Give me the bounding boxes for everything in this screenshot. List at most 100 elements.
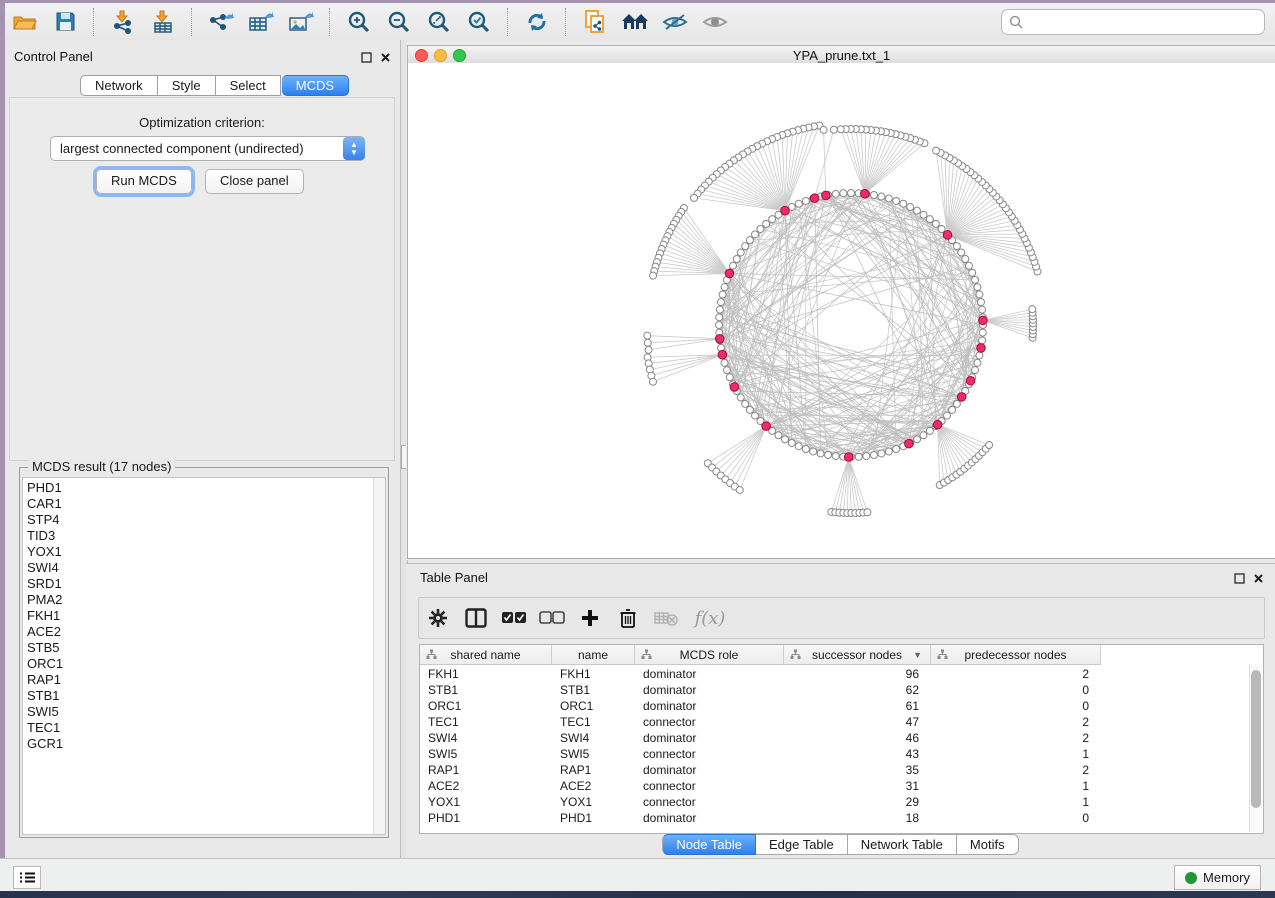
network-node[interactable]	[972, 276, 979, 283]
network-node[interactable]	[938, 225, 945, 232]
network-node[interactable]	[977, 299, 984, 306]
table-row-SWI4[interactable]: SWI4SWI4dominator462	[420, 730, 1263, 746]
mcds-result-item[interactable]: FKH1	[23, 608, 385, 624]
network-node-mcds[interactable]	[933, 420, 942, 429]
network-node[interactable]	[920, 211, 927, 218]
import-network-button[interactable]	[106, 7, 140, 37]
network-node[interactable]	[742, 400, 749, 407]
network-node[interactable]	[788, 439, 795, 446]
tab-edge-table[interactable]: Edge Table	[756, 834, 848, 855]
network-node[interactable]	[965, 262, 972, 269]
mcds-result-item[interactable]: SRD1	[23, 576, 385, 592]
network-node[interactable]	[893, 197, 900, 204]
network-node[interactable]	[650, 272, 657, 279]
delete-column-button[interactable]	[609, 601, 647, 635]
network-node[interactable]	[737, 249, 744, 256]
network-node-mcds[interactable]	[730, 383, 739, 392]
tab-motifs[interactable]: Motifs	[957, 834, 1019, 855]
column-header-name[interactable]: name	[552, 645, 635, 665]
memory-button[interactable]: Memory	[1174, 865, 1261, 890]
deselect-all-rows-button[interactable]	[533, 601, 571, 635]
network-node[interactable]	[979, 306, 986, 313]
mcds-result-item[interactable]: PHD1	[23, 480, 385, 496]
network-node[interactable]	[893, 446, 900, 453]
network-node[interactable]	[795, 443, 802, 450]
network-node[interactable]	[914, 207, 921, 214]
float-panel-button[interactable]	[361, 50, 372, 68]
table-row-RAP1[interactable]: RAP1RAP1dominator352	[420, 762, 1263, 778]
save-session-button[interactable]	[48, 7, 82, 37]
export-image-button[interactable]	[284, 7, 318, 37]
open-file-button[interactable]	[8, 7, 42, 37]
network-node[interactable]	[716, 314, 723, 321]
network-node[interactable]	[926, 427, 933, 434]
network-node-mcds[interactable]	[977, 344, 986, 353]
duplicate-network-button[interactable]	[578, 7, 612, 37]
network-node[interactable]	[832, 453, 839, 460]
network-node[interactable]	[644, 339, 651, 346]
network-node[interactable]	[802, 197, 809, 204]
network-node[interactable]	[840, 190, 847, 197]
hide-selected-button[interactable]	[658, 7, 692, 37]
network-node[interactable]	[775, 432, 782, 439]
mcds-result-item[interactable]: RAP1	[23, 672, 385, 688]
mcds-result-item[interactable]: STP4	[23, 512, 385, 528]
network-node[interactable]	[644, 332, 651, 339]
network-node[interactable]	[837, 126, 844, 133]
network-node[interactable]	[742, 243, 749, 250]
network-node[interactable]	[691, 194, 698, 201]
mcds-result-item[interactable]: CAR1	[23, 496, 385, 512]
network-node[interactable]	[782, 436, 789, 443]
mcds-result-item[interactable]: YOX1	[23, 544, 385, 560]
network-node[interactable]	[885, 195, 892, 202]
network-node[interactable]	[914, 436, 921, 443]
run-mcds-button[interactable]: Run MCDS	[96, 169, 192, 194]
network-node[interactable]	[820, 126, 827, 133]
mcds-result-item[interactable]: STB1	[23, 688, 385, 704]
network-node-mcds[interactable]	[762, 422, 771, 431]
select-all-rows-button[interactable]	[495, 601, 533, 635]
network-node[interactable]	[810, 448, 817, 455]
network-node[interactable]	[932, 220, 939, 227]
network-node[interactable]	[972, 367, 979, 374]
network-node[interactable]	[885, 448, 892, 455]
delete-table-button[interactable]	[647, 601, 685, 635]
node-table[interactable]: shared namenameMCDS rolesuccessor nodes▼…	[419, 644, 1264, 834]
table-row-SWI5[interactable]: SWI5SWI5connector431	[420, 746, 1263, 762]
network-node[interactable]	[870, 192, 877, 199]
network-node-mcds[interactable]	[810, 194, 819, 203]
table-row-YOX1[interactable]: YOX1YOX1connector291	[420, 794, 1263, 810]
mcds-result-list[interactable]: PHD1CAR1STP4TID3YOX1SWI4SRD1PMA2FKH1ACE2…	[22, 477, 386, 835]
table-row-STB1[interactable]: STB1STB1dominator620	[420, 682, 1263, 698]
network-node-mcds[interactable]	[966, 376, 975, 385]
network-node[interactable]	[718, 299, 725, 306]
task-history-button[interactable]	[13, 866, 41, 889]
network-node[interactable]	[723, 367, 730, 374]
network-node[interactable]	[737, 394, 744, 401]
network-node-mcds[interactable]	[718, 350, 727, 359]
tab-select[interactable]: Select	[216, 75, 281, 96]
zoom-selected-button[interactable]	[462, 7, 496, 37]
network-node[interactable]	[817, 450, 824, 457]
network-node-mcds[interactable]	[822, 191, 831, 200]
table-row-PHD1[interactable]: PHD1PHD1dominator180	[420, 810, 1263, 826]
network-node[interactable]	[979, 337, 986, 344]
network-node[interactable]	[944, 412, 951, 419]
network-node[interactable]	[721, 284, 728, 291]
network-node[interactable]	[848, 190, 855, 197]
network-node[interactable]	[926, 216, 933, 223]
network-node-mcds[interactable]	[957, 393, 966, 402]
network-node-mcds[interactable]	[725, 269, 734, 278]
tab-style[interactable]: Style	[158, 75, 216, 96]
network-node[interactable]	[907, 204, 914, 211]
close-panel-action-button[interactable]: Close panel	[205, 169, 304, 194]
network-node[interactable]	[953, 400, 960, 407]
tab-mcds[interactable]: MCDS	[282, 75, 349, 96]
network-node[interactable]	[763, 220, 770, 227]
close-panel-button[interactable]	[380, 50, 391, 68]
network-node[interactable]	[730, 262, 737, 269]
network-node[interactable]	[830, 126, 837, 133]
mcds-result-item[interactable]: SWI4	[23, 560, 385, 576]
table-row-ACE2[interactable]: ACE2ACE2connector311	[420, 778, 1263, 794]
refresh-layout-button[interactable]	[520, 7, 554, 37]
